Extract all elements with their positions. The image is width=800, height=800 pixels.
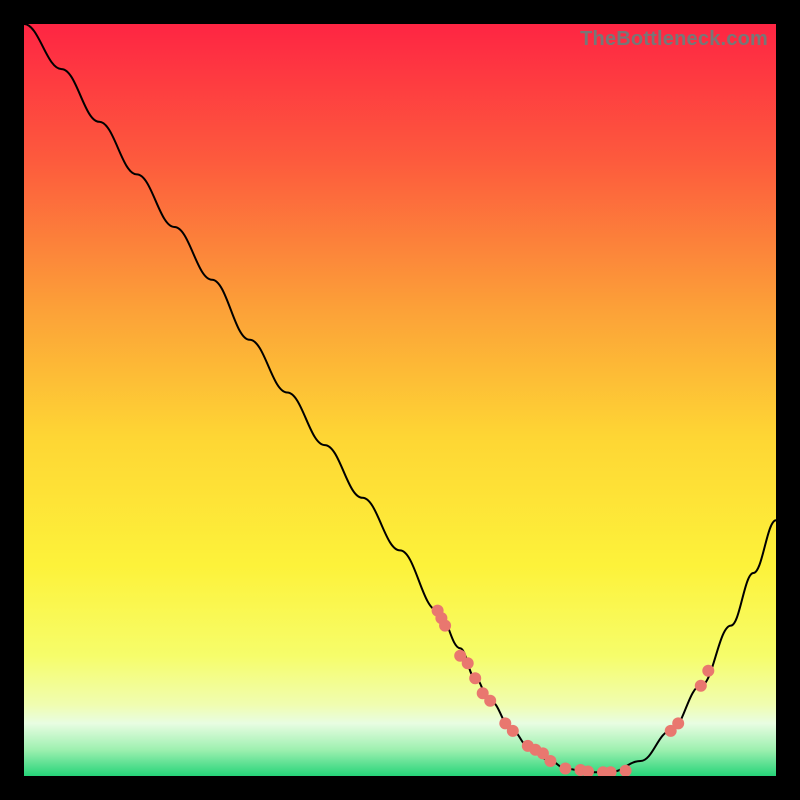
marker-point [484, 695, 496, 707]
gradient-background [24, 24, 776, 776]
marker-point [559, 763, 571, 775]
marker-point [462, 657, 474, 669]
bottleneck-plot [24, 24, 776, 776]
watermark-label: TheBottleneck.com [580, 28, 768, 51]
marker-point [439, 620, 451, 632]
marker-point [702, 665, 714, 677]
marker-point [507, 725, 519, 737]
marker-point [695, 680, 707, 692]
marker-point [672, 717, 684, 729]
marker-point [544, 755, 556, 767]
chart-frame: TheBottleneck.com [24, 24, 776, 776]
marker-point [469, 672, 481, 684]
